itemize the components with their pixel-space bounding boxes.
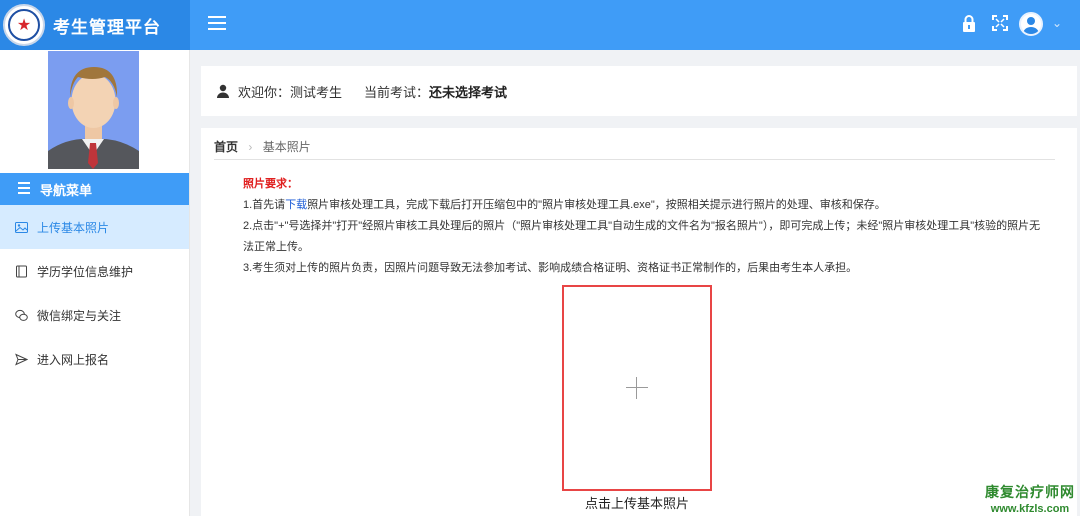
- sidebar-item-label: 进入网上报名: [37, 352, 110, 367]
- user-avatar-icon[interactable]: [1019, 12, 1043, 36]
- sidebar-item-label: 微信绑定与关注: [37, 308, 122, 323]
- requirement-line-2: 2.点击"+"号选择并"打开"经照片审核工具处理后的照片（"照片审核处理工具"自…: [243, 220, 1041, 253]
- sidebar-item-label: 学历学位信息维护: [37, 264, 134, 279]
- current-exam-value: 还未选择考试: [429, 84, 508, 100]
- requirement-1-prefix: 1.首先请: [243, 199, 286, 211]
- watermark-line-2: www.kfzls.com: [990, 503, 1070, 515]
- sidebar-item-online-registration[interactable]: 进入网上报名: [0, 337, 189, 381]
- user-icon: [217, 84, 229, 98]
- upload-caption: 点击上传基本照片: [584, 496, 689, 511]
- app-title: 考生管理平台: [53, 17, 161, 37]
- wechat-icon: [15, 309, 28, 321]
- breadcrumb-separator-icon: ›: [248, 140, 253, 154]
- logo-icon: ★: [3, 4, 45, 46]
- welcome-greeting: 欢迎你：测试考生: [238, 84, 343, 100]
- sidebar-item-upload-photo[interactable]: 上传基本照片: [0, 205, 189, 249]
- nav-menu-title: 导航菜单: [40, 182, 93, 198]
- requirement-1-suffix: 照片审核处理工具，完成下载后打开压缩包中的"照片审核处理工具.exe"，按照相关…: [307, 199, 886, 211]
- main-content: 首页 › 基本照片 照片要求： 1.首先请下载照片审核处理工具，完成下载后打开压…: [201, 128, 1077, 516]
- photo-upload-area[interactable]: [562, 285, 712, 491]
- watermark: 康复治疗师网 www.kfzls.com: [982, 482, 1078, 515]
- lock-icon[interactable]: [962, 15, 976, 33]
- requirements-title: 照片要求：: [243, 178, 298, 190]
- requirement-line-3: 3.考生须对上传的照片负责，因照片问题导致无法参加考试、影响成绩合格证明、资格证…: [243, 262, 858, 274]
- nav-menu-header: 导航菜单: [0, 173, 189, 205]
- breadcrumb-current: 基本照片: [262, 140, 311, 154]
- welcome-bar: 欢迎你：测试考生 当前考试： 还未选择考试: [201, 66, 1077, 116]
- top-header: ★ 考生管理平台 ⌄: [0, 0, 1080, 50]
- breadcrumb: 首页 › 基本照片: [214, 138, 1055, 160]
- chevron-down-icon[interactable]: ⌄: [1052, 16, 1062, 30]
- profile-photo: [48, 51, 139, 169]
- sidebar-item-label: 上传基本照片: [37, 220, 110, 235]
- send-icon: [15, 353, 28, 365]
- download-link[interactable]: 下载: [285, 199, 307, 211]
- breadcrumb-home[interactable]: 首页: [214, 140, 238, 154]
- plus-icon: [626, 377, 648, 399]
- watermark-line-1: 康复治疗师网: [985, 484, 1075, 500]
- current-exam-label: 当前考试：: [364, 84, 430, 100]
- book-icon: [16, 265, 27, 277]
- sidebar-item-education[interactable]: 学历学位信息维护: [0, 249, 189, 293]
- menu-list-icon: [18, 181, 30, 197]
- sidebar-item-wechat[interactable]: 微信绑定与关注: [0, 293, 189, 337]
- menu-icon[interactable]: [208, 16, 226, 32]
- sidebar: 导航菜单 上传基本照片 学历学位信息维护 微信绑定与关注 进入网上报名: [0, 50, 190, 516]
- requirement-line-1: 1.首先请下载照片审核处理工具，完成下载后打开压缩包中的"照片审核处理工具.ex…: [243, 195, 1043, 216]
- photo-requirements: 照片要求： 1.首先请下载照片审核处理工具，完成下载后打开压缩包中的"照片审核处…: [243, 174, 1043, 279]
- fullscreen-icon[interactable]: [992, 15, 1008, 31]
- brand: ★ 考生管理平台: [0, 0, 190, 50]
- image-icon: [15, 221, 28, 233]
